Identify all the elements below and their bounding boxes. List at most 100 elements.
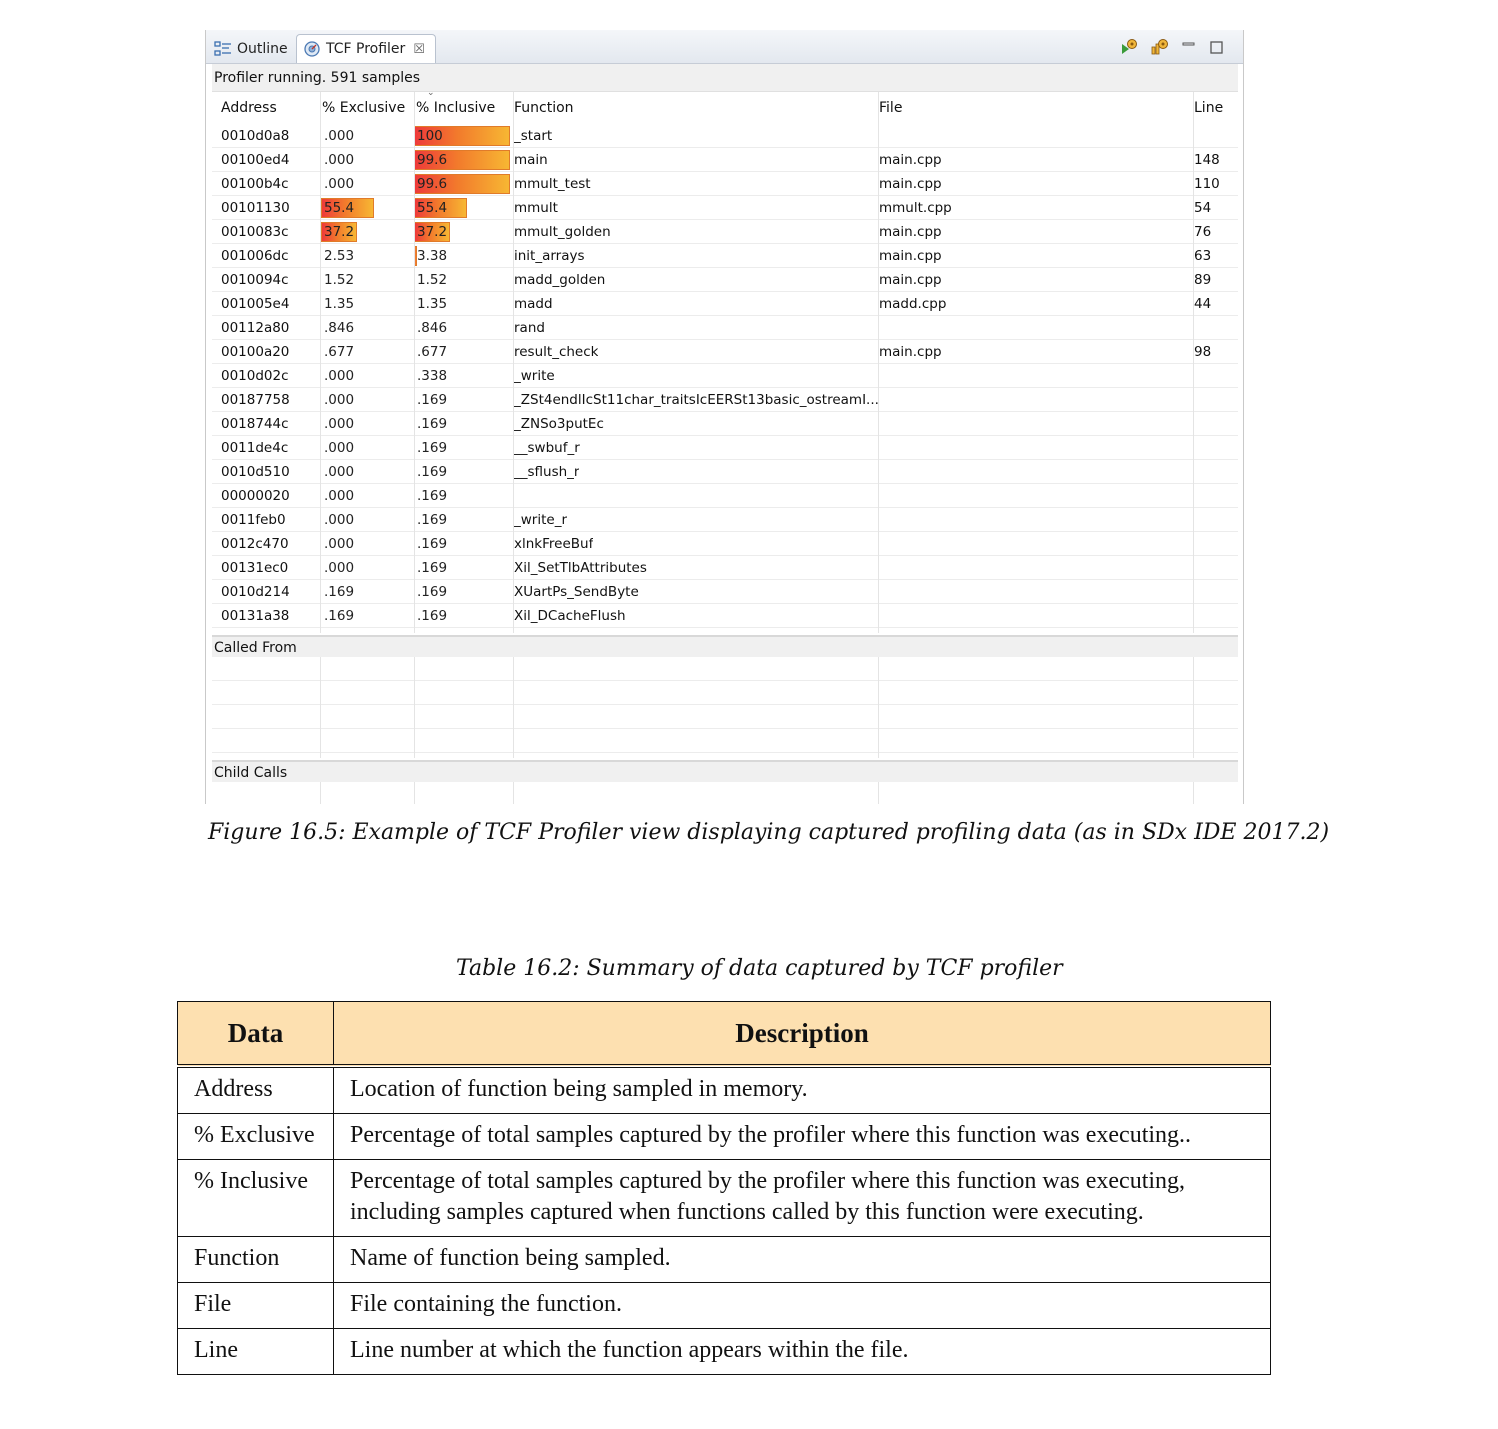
table-row[interactable]: 0010094c 1.52 1.52 madd_golden main.cpp 89 bbox=[212, 268, 1238, 292]
function-cell: _write_r bbox=[514, 512, 567, 528]
address-cell: 00131ec0 bbox=[221, 560, 289, 576]
inclusive-cell: .169 bbox=[417, 392, 448, 408]
table-row[interactable]: 0010d510 .000 .169 __sflush_r bbox=[212, 460, 1238, 484]
summary-description-cell: Name of function being sampled. bbox=[333, 1236, 1271, 1283]
column-header-function[interactable]: Function bbox=[514, 92, 574, 124]
inclusive-cell: .846 bbox=[417, 320, 448, 336]
column-header-file[interactable]: File bbox=[879, 92, 902, 124]
file-cell: main.cpp bbox=[879, 272, 942, 288]
summary-header-row: Data Description bbox=[177, 1001, 1271, 1068]
tab-outline[interactable]: Outline bbox=[208, 34, 296, 63]
column-divider[interactable] bbox=[414, 782, 415, 804]
table-row[interactable]: 00000020 .000 .169 bbox=[212, 484, 1238, 508]
table-row[interactable]: 0011de4c .000 .169 __swbuf_r bbox=[212, 436, 1238, 460]
exclusive-cell: .169 bbox=[324, 608, 355, 624]
summary-data-cell: % Exclusive bbox=[177, 1113, 334, 1160]
function-cell: xlnkFreeBuf bbox=[514, 536, 594, 552]
line-cell: 110 bbox=[1194, 176, 1220, 192]
column-header-line[interactable]: Line bbox=[1194, 92, 1223, 124]
table-row[interactable]: 00187758 .000 .169 _ZSt4endlIcSt11char_trai… bbox=[212, 388, 1238, 412]
column-divider[interactable] bbox=[414, 657, 415, 758]
column-divider[interactable] bbox=[878, 782, 879, 804]
column-divider[interactable] bbox=[320, 657, 321, 758]
line-cell: 76 bbox=[1194, 224, 1212, 240]
address-cell: 00100a20 bbox=[221, 344, 290, 360]
exclusive-cell: .000 bbox=[324, 560, 355, 576]
file-cell: main.cpp bbox=[879, 224, 942, 240]
outline-icon bbox=[214, 40, 232, 58]
column-divider[interactable] bbox=[878, 657, 879, 758]
column-divider[interactable] bbox=[513, 657, 514, 758]
table-row[interactable]: 00131a38 .169 .169 Xil_DCacheFlush bbox=[212, 604, 1238, 628]
exclusive-cell: 37.2 bbox=[324, 224, 355, 240]
address-cell: 0018744c bbox=[221, 416, 289, 432]
column-divider[interactable] bbox=[414, 92, 415, 633]
called-from-row bbox=[212, 729, 1238, 753]
table-row[interactable]: 00112a80 .846 .846 rand bbox=[212, 316, 1238, 340]
view-tab-bar: Outline TCF Profiler ☒ bbox=[206, 30, 1243, 64]
table-row[interactable]: 00100b4c .000 99.6 mmult_test main.cpp 110 bbox=[212, 172, 1238, 196]
column-divider[interactable] bbox=[513, 782, 514, 804]
column-divider[interactable] bbox=[320, 92, 321, 633]
child-calls-header[interactable]: Child Calls bbox=[212, 760, 1238, 782]
inclusive-cell: .169 bbox=[417, 608, 448, 624]
column-header-address[interactable]: Address bbox=[221, 92, 277, 124]
summary-data-cell: Function bbox=[177, 1236, 334, 1283]
table-row[interactable]: 00100ed4 .000 99.6 main main.cpp 148 bbox=[212, 148, 1238, 172]
table-row[interactable]: 00101130 55.4 55.4 mmult mmult.cpp 54 bbox=[212, 196, 1238, 220]
profiler-settings-icon[interactable] bbox=[1150, 38, 1168, 56]
exclusive-cell: 2.53 bbox=[324, 248, 355, 264]
summary-header-description: Description bbox=[333, 1001, 1271, 1068]
address-cell: 0010d02c bbox=[221, 368, 289, 384]
inclusive-cell: 99.6 bbox=[417, 152, 448, 168]
inclusive-cell: .169 bbox=[417, 416, 448, 432]
line-cell: 89 bbox=[1194, 272, 1212, 288]
address-cell: 00101130 bbox=[221, 200, 290, 216]
function-cell: madd_golden bbox=[514, 272, 606, 288]
table-row[interactable]: 0010d214 .169 .169 XUartPs_SendByte bbox=[212, 580, 1238, 604]
column-divider[interactable] bbox=[878, 92, 879, 633]
table-row[interactable]: 0018744c .000 .169 _ZNSo3putEc bbox=[212, 412, 1238, 436]
column-divider[interactable] bbox=[1193, 92, 1194, 633]
table-row[interactable]: 0011feb0 .000 .169 _write_r bbox=[212, 508, 1238, 532]
column-divider[interactable] bbox=[513, 92, 514, 633]
start-profiler-icon[interactable] bbox=[1120, 38, 1138, 56]
inclusive-cell: .169 bbox=[417, 488, 448, 504]
profiler-status: Profiler running. 591 samples bbox=[212, 64, 1238, 92]
column-divider[interactable] bbox=[1193, 782, 1194, 804]
table-row[interactable]: 001006dc 2.53 3.38 init_arrays main.cpp 63 bbox=[212, 244, 1238, 268]
exclusive-cell: .000 bbox=[324, 512, 355, 528]
exclusive-cell: .846 bbox=[324, 320, 355, 336]
table-row[interactable]: 0010083c 37.2 37.2 mmult_golden main.cpp 76 bbox=[212, 220, 1238, 244]
table-row[interactable]: 001005e4 1.35 1.35 madd madd.cpp 44 bbox=[212, 292, 1238, 316]
tab-tcf-profiler[interactable]: TCF Profiler ☒ bbox=[296, 34, 436, 63]
address-cell: 0010d510 bbox=[221, 464, 290, 480]
column-header-exclusive[interactable]: % Exclusive bbox=[322, 92, 405, 124]
address-cell: 001006dc bbox=[221, 248, 289, 264]
inclusive-cell: .169 bbox=[417, 512, 448, 528]
function-cell: _ZSt4endlIcSt11char_traitsIcEERSt13basic… bbox=[514, 392, 879, 408]
table-row[interactable]: 0010d0a8 .000 100 _start bbox=[212, 124, 1238, 148]
column-divider[interactable] bbox=[320, 782, 321, 804]
function-cell: XUartPs_SendByte bbox=[514, 584, 639, 600]
address-cell: 00000020 bbox=[221, 488, 290, 504]
tab-tcf-profiler-label: TCF Profiler bbox=[326, 41, 406, 57]
inclusive-cell: 55.4 bbox=[417, 200, 448, 216]
maximize-icon[interactable] bbox=[1208, 38, 1226, 56]
minimize-icon[interactable] bbox=[1180, 38, 1198, 56]
called-from-header[interactable]: Called From bbox=[212, 635, 1238, 657]
summary-description-cell: Percentage of total samples captured by … bbox=[333, 1113, 1271, 1160]
table-row[interactable]: 00100a20 .677 .677 result_check main.cpp 98 bbox=[212, 340, 1238, 364]
summary-description-cell: Percentage of total samples captured by … bbox=[333, 1159, 1271, 1237]
exclusive-cell: .000 bbox=[324, 128, 355, 144]
table-row[interactable]: 0010d02c .000 .338 _write bbox=[212, 364, 1238, 388]
table-row[interactable]: 0012c470 .000 .169 xlnkFreeBuf bbox=[212, 532, 1238, 556]
address-cell: 0011feb0 bbox=[221, 512, 286, 528]
column-divider[interactable] bbox=[1193, 657, 1194, 758]
table-row[interactable]: 00131ec0 .000 .169 Xil_SetTlbAttributes bbox=[212, 556, 1238, 580]
function-cell: madd bbox=[514, 296, 553, 312]
summary-data-cell: Address bbox=[177, 1065, 334, 1114]
close-icon[interactable]: ☒ bbox=[413, 42, 425, 57]
function-cell: mmult_golden bbox=[514, 224, 611, 240]
inclusive-cell: .169 bbox=[417, 440, 448, 456]
